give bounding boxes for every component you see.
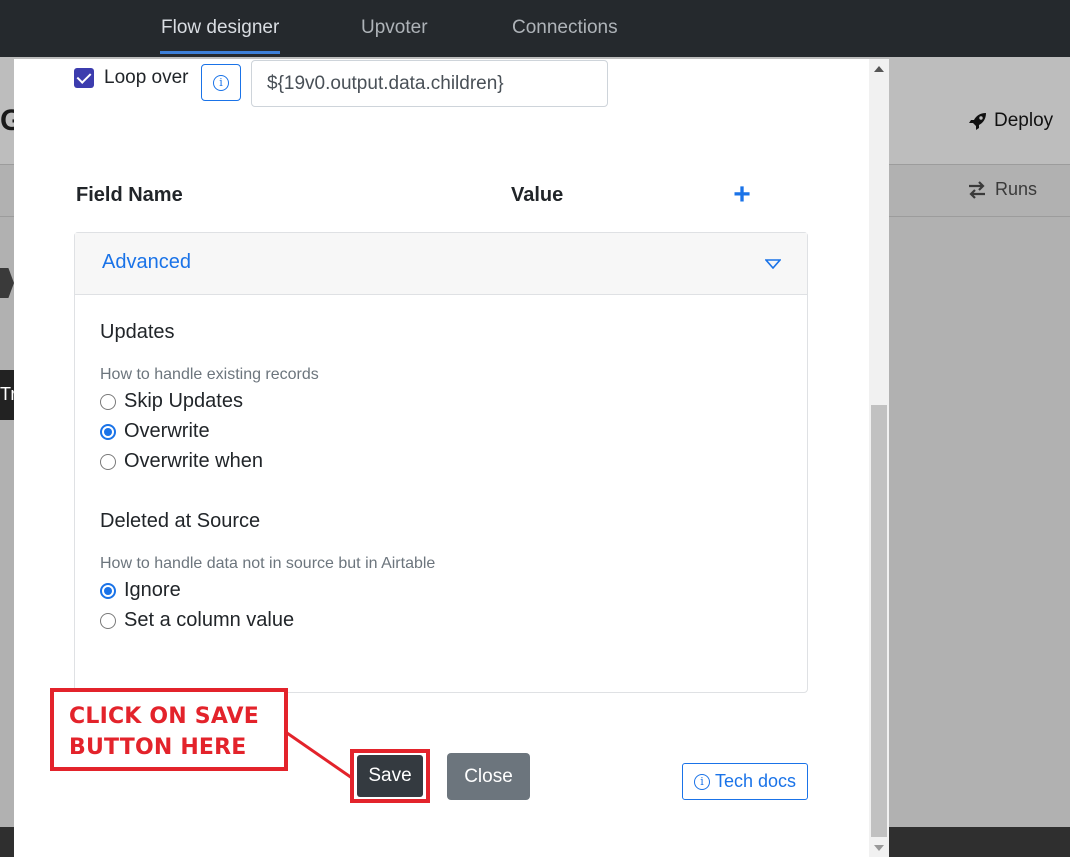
add-field-button[interactable]: + [728, 180, 756, 210]
caret-down-icon [765, 259, 781, 269]
runs-button[interactable]: Runs [967, 179, 1037, 200]
loop-over-input[interactable] [251, 60, 608, 107]
deploy-button[interactable]: Deploy [968, 110, 1053, 132]
loop-info-button[interactable]: i [201, 64, 241, 101]
radio-circle[interactable] [100, 582, 116, 599]
loop-over-label: Loop over [104, 67, 189, 88]
swap-arrows-icon [969, 180, 985, 199]
flow-node-arrow [0, 268, 14, 298]
flow-node-fragment: Tri [0, 370, 14, 420]
advanced-accordion-header[interactable]: Advanced [75, 233, 807, 295]
deleted-at-source-hint: How to handle data not in source but in … [100, 555, 436, 572]
callout-line-2: BUTTON HERE [69, 735, 247, 760]
rocket-icon [969, 113, 986, 130]
radio-circle[interactable] [100, 393, 116, 410]
radio-label: Set a column value [124, 609, 295, 631]
deploy-label: Deploy [994, 110, 1054, 131]
annotation-callout: CLICK ON SAVE BUTTON HERE [50, 688, 288, 771]
radio-set-column-value[interactable]: Set a column value [100, 609, 294, 632]
radio-label: Overwrite [124, 420, 210, 442]
updates-hint: How to handle existing records [100, 366, 319, 383]
info-icon: i [693, 773, 710, 790]
loop-over-checkbox[interactable] [74, 68, 94, 88]
radio-circle[interactable] [100, 612, 116, 629]
page-title-fragment: G [0, 104, 14, 137]
radio-label: Overwrite when [124, 450, 263, 472]
updates-title: Updates [100, 321, 175, 343]
field-name-header: Field Name [76, 184, 183, 206]
tab-upvoter[interactable]: Upvoter [361, 17, 428, 39]
radio-overwrite[interactable]: Overwrite [100, 420, 210, 443]
callout-line-1: CLICK ON SAVE [69, 704, 260, 729]
radio-circle[interactable] [100, 423, 116, 440]
tech-docs-button[interactable]: i Tech docs [682, 763, 808, 800]
info-icon: i [213, 74, 229, 91]
advanced-title: Advanced [102, 251, 191, 273]
value-header: Value [511, 184, 564, 206]
close-button[interactable]: Close [447, 753, 530, 800]
scrollbar-thumb[interactable] [871, 405, 887, 837]
top-nav: Flow designer Upvoter Connections [0, 0, 1070, 57]
radio-circle[interactable] [100, 453, 116, 470]
active-tab-indicator [160, 51, 280, 54]
runs-label: Runs [995, 179, 1038, 199]
save-button[interactable]: Save [357, 755, 423, 797]
scroll-down-arrow-icon[interactable] [874, 845, 884, 851]
deleted-at-source-title: Deleted at Source [100, 510, 261, 532]
scroll-up-arrow-icon[interactable] [874, 66, 884, 72]
radio-label: Skip Updates [124, 390, 243, 412]
radio-ignore[interactable]: Ignore [100, 579, 181, 602]
tab-connections[interactable]: Connections [512, 17, 618, 39]
tech-docs-label: Tech docs [714, 771, 797, 791]
radio-skip-updates[interactable]: Skip Updates [100, 390, 243, 413]
radio-overwrite-when[interactable]: Overwrite when [100, 450, 263, 473]
radio-label: Ignore [124, 579, 181, 601]
tab-flow-designer[interactable]: Flow designer [161, 17, 279, 39]
